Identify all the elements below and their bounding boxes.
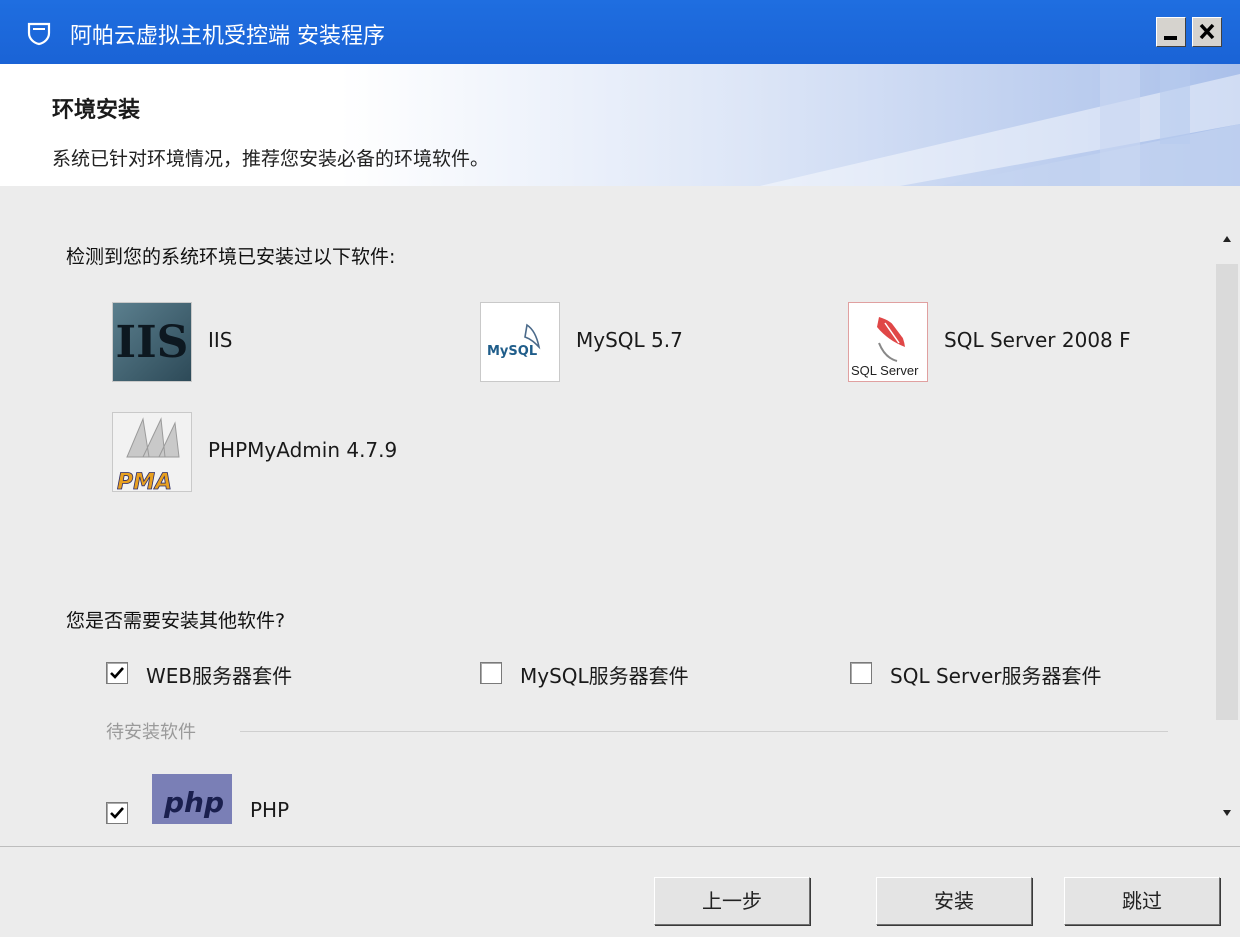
- pending-label: 待安装软件: [106, 722, 196, 743]
- option-label: MySQL服务器套件: [520, 664, 689, 688]
- check-icon: [110, 667, 124, 679]
- software-name: PHPMyAdmin 4.7.9: [208, 438, 398, 462]
- close-button[interactable]: [1192, 17, 1222, 47]
- software-name: MySQL 5.7: [576, 328, 683, 352]
- software-name: SQL Server 2008 F: [944, 328, 1131, 352]
- mysql-logo: MySQL: [480, 302, 560, 382]
- install-button[interactable]: 安装: [876, 877, 1032, 925]
- content-area: 检测到您的系统环境已安装过以下软件: IIS IIS MySQL MySQL 5…: [0, 186, 1240, 846]
- divider: [240, 731, 1168, 732]
- scroll-down-button[interactable]: [1214, 800, 1240, 826]
- window-title: 阿帕云虚拟主机受控端 安装程序: [70, 24, 385, 49]
- sql-server-logo-text: SQL Server: [851, 363, 919, 378]
- iis-logo: IIS: [112, 302, 192, 382]
- scroll-thumb[interactable]: [1216, 264, 1238, 720]
- software-name: IIS: [208, 328, 233, 352]
- header-title: 环境安装: [52, 98, 141, 123]
- checkbox-php[interactable]: [106, 802, 128, 824]
- option-label: WEB服务器套件: [146, 664, 293, 688]
- shield-icon: [27, 22, 51, 46]
- minimize-icon: [1164, 36, 1177, 40]
- installed-item-iis: IIS IIS: [112, 302, 412, 386]
- check-icon: [110, 807, 124, 819]
- scroll-up-button[interactable]: [1214, 226, 1240, 252]
- checkbox-web-server[interactable]: [106, 662, 128, 684]
- option-label: SQL Server服务器套件: [890, 664, 1102, 688]
- mysql-logo-text: MySQL: [487, 344, 537, 359]
- title-bar[interactable]: 阿帕云虚拟主机受控端 安装程序: [0, 0, 1240, 64]
- other-heading: 您是否需要安装其他软件?: [66, 610, 286, 632]
- pending-software-name: PHP: [250, 798, 290, 822]
- sql-server-logo: SQL Server: [848, 302, 928, 382]
- phpmyadmin-logo-text: PMA: [117, 470, 172, 492]
- checkbox-mysql-server[interactable]: [480, 662, 502, 684]
- header-description: 系统已针对环境情况，推荐您安装必备的环境软件。: [52, 148, 490, 170]
- minimize-button[interactable]: [1156, 17, 1186, 47]
- installed-heading: 检测到您的系统环境已安装过以下软件:: [66, 246, 396, 268]
- installed-item-sql-server: SQL Server SQL Server 2008 F: [848, 302, 1188, 386]
- checkbox-sql-server[interactable]: [850, 662, 872, 684]
- php-logo: php: [152, 774, 232, 824]
- installed-item-phpmyadmin: PMA PHPMyAdmin 4.7.9: [112, 412, 472, 496]
- header-banner: 环境安装 系统已针对环境情况，推荐您安装必备的环境软件。: [0, 64, 1240, 186]
- close-icon: [1199, 23, 1215, 40]
- vertical-scrollbar[interactable]: [1214, 226, 1240, 826]
- triangle-down-icon: [1223, 810, 1231, 816]
- skip-button[interactable]: 跳过: [1064, 877, 1220, 925]
- phpmyadmin-logo: PMA: [112, 412, 192, 492]
- installed-item-mysql: MySQL MySQL 5.7: [480, 302, 800, 386]
- footer: 上一步 安装 跳过: [0, 847, 1240, 937]
- triangle-up-icon: [1223, 236, 1231, 242]
- php-logo-text: php: [164, 786, 225, 819]
- previous-button[interactable]: 上一步: [654, 877, 810, 925]
